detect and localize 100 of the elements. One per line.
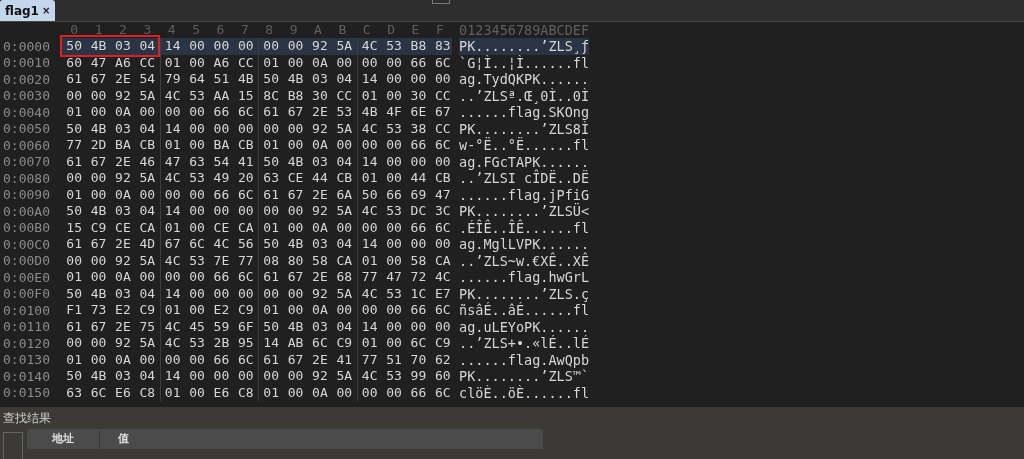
hex-byte[interactable]: 60 xyxy=(430,368,455,385)
hex-byte[interactable]: 6C xyxy=(233,351,258,368)
hex-byte[interactable]: 50 xyxy=(62,285,87,302)
hex-byte[interactable]: 4B xyxy=(86,368,111,385)
hex-row[interactable]: F1 73 E2 C9 01 00 E2 C9 01 00 0A 00 00 00 66 6C xyxy=(62,302,452,319)
hex-byte[interactable]: CC xyxy=(233,54,258,71)
hex-byte[interactable]: 00 xyxy=(233,203,258,220)
hex-byte[interactable]: 4C xyxy=(160,170,185,187)
hex-byte[interactable]: 92 xyxy=(307,368,333,385)
hex-byte[interactable]: C8 xyxy=(233,384,258,401)
hex-byte[interactable]: 2E xyxy=(110,153,136,170)
hex-byte[interactable]: 14 xyxy=(160,38,185,55)
hex-byte[interactable]: 14 xyxy=(160,368,185,385)
hex-byte[interactable]: 00 xyxy=(381,170,407,187)
hex-row[interactable]: 60 47 A6 CC 01 00 A6 CC 01 00 0A 00 00 00 66 6C xyxy=(62,54,452,71)
hex-byte[interactable]: 00 xyxy=(259,120,284,137)
hex-byte[interactable]: 04 xyxy=(332,318,357,335)
hex-byte[interactable]: 50 xyxy=(259,153,284,170)
hex-byte[interactable]: 15 xyxy=(62,219,87,236)
hex-byte[interactable]: 0A xyxy=(110,104,136,121)
hex-byte[interactable]: 50 xyxy=(62,368,87,385)
hex-byte[interactable]: 00 xyxy=(135,104,160,121)
hex-byte[interactable]: 2E xyxy=(307,104,333,121)
hex-byte[interactable]: 54 xyxy=(135,71,160,88)
hex-byte[interactable]: 72 xyxy=(406,269,431,286)
hex-byte[interactable]: 00 xyxy=(332,219,357,236)
hex-byte[interactable]: 61 xyxy=(62,318,87,335)
hex-byte[interactable]: 83 xyxy=(430,38,455,55)
hex-byte[interactable]: 2E xyxy=(307,186,333,203)
hex-byte[interactable]: 01 xyxy=(259,302,284,319)
hex-byte[interactable]: 5A xyxy=(332,368,357,385)
hex-byte[interactable]: 53 xyxy=(381,38,407,55)
hex-byte[interactable]: 14 xyxy=(160,203,185,220)
hex-byte[interactable]: 14 xyxy=(160,285,185,302)
hex-byte[interactable]: 5A xyxy=(135,252,160,269)
hex-byte[interactable]: 61 xyxy=(62,71,87,88)
hex-byte[interactable]: 6F xyxy=(233,318,258,335)
hex-byte[interactable]: 00 xyxy=(184,38,210,55)
hex-byte[interactable]: 67 xyxy=(86,236,111,253)
hex-row[interactable]: 50 4B 03 04 14 00 00 00 00 00 92 5A 4C 53 DC 3C xyxy=(62,203,452,220)
hex-byte[interactable]: 00 xyxy=(233,38,258,55)
hex-row[interactable]: 50 4B 03 04 14 00 00 00 00 00 92 5A 4C 53 38 CC xyxy=(62,120,452,137)
hex-byte[interactable]: 6C xyxy=(430,137,455,154)
hex-byte[interactable]: 47 xyxy=(381,269,407,286)
hex-byte[interactable]: 56 xyxy=(233,236,258,253)
hex-byte[interactable]: 2E xyxy=(110,236,136,253)
hex-byte[interactable]: 00 xyxy=(357,384,382,401)
hex-byte[interactable]: 46 xyxy=(135,153,160,170)
hex-byte[interactable]: 00 xyxy=(259,203,284,220)
hex-byte[interactable]: 00 xyxy=(259,368,284,385)
hex-byte[interactable]: 53 xyxy=(381,203,407,220)
hex-byte[interactable]: 01 xyxy=(259,219,284,236)
hex-byte[interactable]: 92 xyxy=(110,252,136,269)
hex-byte[interactable]: 00 xyxy=(332,137,357,154)
hex-byte[interactable]: 00 xyxy=(209,203,234,220)
hex-byte[interactable]: 4C xyxy=(160,252,185,269)
hex-byte[interactable]: BA xyxy=(110,137,136,154)
hex-byte[interactable]: BA xyxy=(209,137,234,154)
hex-byte[interactable]: 00 xyxy=(86,269,111,286)
hex-byte[interactable]: 00 xyxy=(209,368,234,385)
hex-byte[interactable]: DC xyxy=(406,203,431,220)
hex-byte[interactable]: CA xyxy=(332,252,357,269)
hex-byte[interactable]: A6 xyxy=(110,54,136,71)
hex-byte[interactable]: 5A xyxy=(332,38,357,55)
hex-byte[interactable]: 00 xyxy=(283,368,308,385)
hex-byte[interactable]: CB xyxy=(332,170,357,187)
hex-byte[interactable]: 01 xyxy=(259,54,284,71)
hex-byte[interactable]: 00 xyxy=(135,186,160,203)
hex-byte[interactable]: 45 xyxy=(184,318,210,335)
hex-row[interactable]: 63 6C E6 C8 01 00 E6 C8 01 00 0A 00 00 00 66 6C xyxy=(62,384,452,401)
hex-byte[interactable]: 64 xyxy=(184,71,210,88)
hex-byte[interactable]: 00 xyxy=(283,120,308,137)
hex-byte[interactable]: 00 xyxy=(62,252,87,269)
column-header[interactable]: 地址 xyxy=(27,429,100,449)
hex-byte[interactable]: 92 xyxy=(307,203,333,220)
hex-byte[interactable]: 0A xyxy=(110,351,136,368)
hex-byte[interactable]: 67 xyxy=(160,236,185,253)
hex-byte[interactable]: 00 xyxy=(86,87,111,104)
hex-byte[interactable]: 4C xyxy=(357,38,382,55)
hex-row[interactable]: 50 4B 03 04 14 00 00 00 00 00 92 5A 4C 53 1C E7 xyxy=(62,285,452,302)
hex-byte[interactable]: 00 xyxy=(381,302,407,319)
hex-byte[interactable]: 41 xyxy=(233,153,258,170)
hex-byte[interactable]: 03 xyxy=(307,318,333,335)
hex-byte[interactable]: 01 xyxy=(62,186,87,203)
hex-byte[interactable]: 03 xyxy=(307,71,333,88)
hex-byte[interactable]: 58 xyxy=(307,252,333,269)
hex-byte[interactable]: 4B xyxy=(233,71,258,88)
hex-byte[interactable]: CB xyxy=(135,137,160,154)
hex-byte[interactable]: 4C xyxy=(357,368,382,385)
hex-byte[interactable]: 00 xyxy=(184,137,210,154)
hex-byte[interactable]: B8 xyxy=(283,87,308,104)
hex-byte[interactable]: 00 xyxy=(86,186,111,203)
hex-byte[interactable]: 92 xyxy=(307,285,333,302)
hex-byte[interactable]: 00 xyxy=(283,203,308,220)
hex-row[interactable]: 50 4B 03 04 14 00 00 00 00 00 92 5A 4C 53 99 60 xyxy=(62,368,452,385)
hex-byte[interactable]: 00 xyxy=(86,104,111,121)
hex-byte[interactable]: 63 xyxy=(259,170,284,187)
hex-byte[interactable]: 6C xyxy=(233,104,258,121)
hex-byte[interactable]: 67 xyxy=(86,318,111,335)
hex-byte[interactable]: 00 xyxy=(332,302,357,319)
